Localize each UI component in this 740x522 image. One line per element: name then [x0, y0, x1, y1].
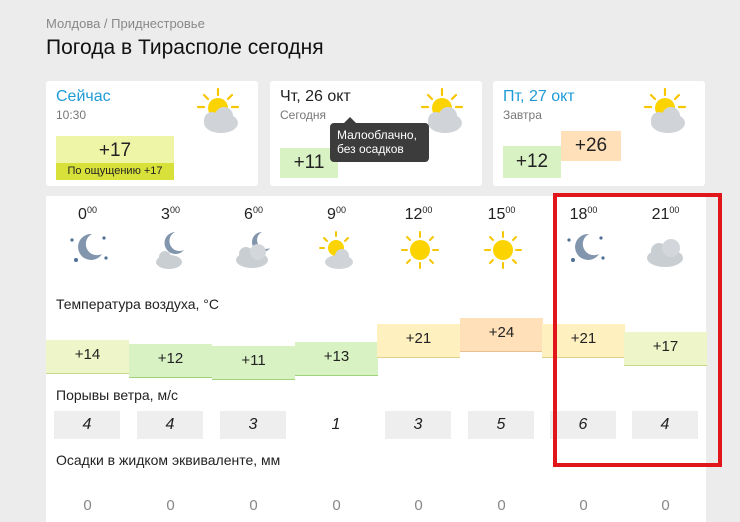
tooltip-line-2: без осадков: [337, 142, 404, 156]
night-cloud-icon: [156, 232, 184, 269]
minute-value: 00: [86, 205, 97, 215]
minute-value: 00: [169, 205, 180, 215]
precipitation-section-label: Осадки в жидком эквиваленте, мм: [56, 452, 281, 468]
wind-cell: 4: [54, 411, 120, 439]
precipitation-cell: 0: [414, 497, 423, 514]
breadcrumb-country[interactable]: Молдова: [46, 16, 100, 31]
temperature-cell: +21: [377, 324, 460, 358]
hour-value: 6: [244, 206, 253, 223]
minute-value: 00: [252, 205, 263, 215]
highlight-annotation-box: [553, 193, 722, 467]
hour-value: 0: [78, 206, 87, 223]
sun-cloud-icon: [194, 87, 244, 142]
precipitation-cell: 0: [249, 497, 258, 514]
hour-label: 600: [212, 205, 295, 224]
sun-icon: [401, 231, 439, 269]
now-temperature: +17: [98, 140, 132, 161]
now-card-title[interactable]: Сейчас: [56, 88, 111, 106]
sun-cloud-icon: [319, 231, 353, 269]
hour-label: 000: [46, 205, 129, 224]
today-card-sub: Сегодня: [280, 108, 326, 122]
now-temp-box: +17 По ощущению +17: [56, 136, 174, 180]
precipitation-cell: 0: [497, 497, 506, 514]
tomorrow-min-temperature: +12: [503, 146, 561, 178]
minute-value: 00: [335, 205, 346, 215]
precipitation-cell: 0: [579, 497, 588, 514]
temperature-section-label: Температура воздуха, °С: [56, 296, 219, 312]
today-card-title[interactable]: Чт, 26 окт: [280, 88, 351, 106]
breadcrumb-region[interactable]: Приднестровье: [111, 16, 205, 31]
hour-label: 1200: [377, 205, 460, 224]
minute-value: 00: [422, 205, 433, 215]
sun-cloud-icon: [641, 87, 691, 142]
hour-label: 900: [295, 205, 378, 224]
night-cloudy-icon: [236, 232, 270, 268]
wind-cell: 4: [137, 411, 203, 439]
temperature-cell: +12: [129, 344, 212, 378]
temperature-cell: +24: [460, 318, 543, 352]
tomorrow-max-temperature: +26: [561, 131, 621, 161]
breadcrumb-separator: /: [100, 16, 112, 31]
now-card-time: 10:30: [56, 108, 87, 122]
precipitation-cell: 0: [332, 497, 341, 514]
minute-value: 00: [505, 205, 516, 215]
wind-cell: 3: [385, 411, 451, 439]
wind-cell: 3: [220, 411, 286, 439]
hour-value: 15: [487, 206, 506, 223]
wind-cell: 1: [331, 416, 341, 433]
wind-cell: 5: [468, 411, 534, 439]
now-card[interactable]: Сейчас 10:30 +17 По ощущению +17: [46, 81, 258, 186]
temperature-cell: +11: [212, 346, 295, 380]
weather-tooltip: Малооблачно, без осадков: [330, 117, 429, 162]
tomorrow-card[interactable]: Пт, 27 окт Завтра +12 +26: [493, 81, 705, 186]
hour-label: 1500: [460, 205, 543, 224]
wind-section-label: Порывы ветра, м/с: [56, 387, 178, 403]
precipitation-cell: 0: [83, 497, 92, 514]
sun-icon: [484, 231, 522, 269]
night-clear-icon: [70, 233, 108, 262]
breadcrumb: Молдова / Приднестровье: [46, 16, 205, 31]
tomorrow-card-title[interactable]: Пт, 27 окт: [503, 88, 575, 106]
hour-value: 3: [161, 206, 170, 223]
precipitation-cell: 0: [661, 497, 670, 514]
hour-value: 9: [327, 206, 336, 223]
hour-value: 12: [404, 206, 423, 223]
hour-label: 300: [129, 205, 212, 224]
tooltip-line-1: Малооблачно,: [337, 128, 417, 142]
page-title: Погода в Тирасполе сегодня: [46, 36, 324, 59]
tomorrow-card-sub: Завтра: [503, 108, 542, 122]
feels-like-temperature: По ощущению +17: [56, 163, 174, 180]
precipitation-cell: 0: [166, 497, 175, 514]
temperature-cell: +14: [46, 340, 129, 374]
temperature-cell: +13: [295, 342, 378, 376]
